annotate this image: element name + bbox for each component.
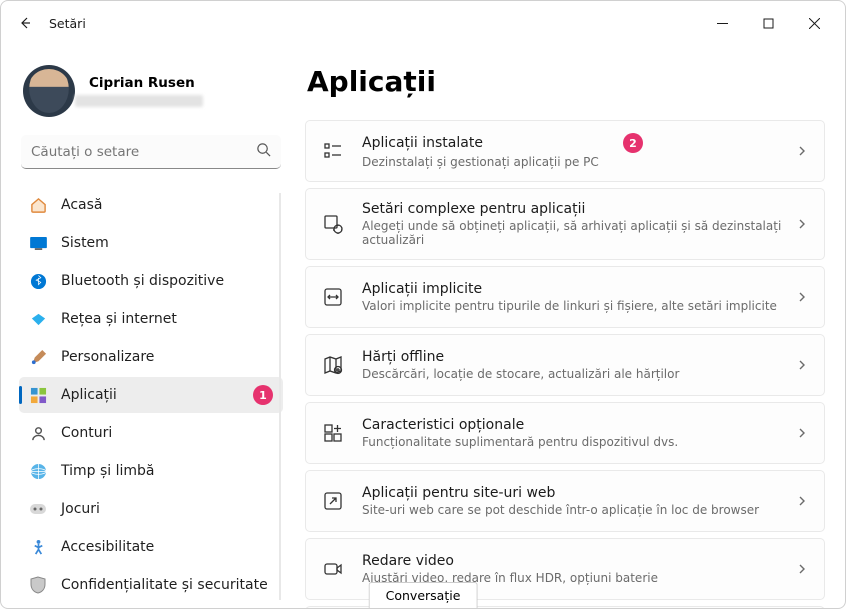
titlebar: Setări: [1, 1, 845, 45]
card-list: Aplicații instalate 2 Dezinstalați și ge…: [305, 120, 825, 608]
arrow-swap-icon: [322, 286, 344, 308]
profile[interactable]: Ciprian Rusen: [23, 65, 283, 117]
open-external-icon: [322, 490, 344, 512]
sidebar-item-label: Conturi: [61, 425, 112, 441]
apps-icon: [29, 386, 47, 404]
app-gear-icon: [322, 213, 344, 235]
card-advanced-app-settings[interactable]: Setări complexe pentru aplicații Alegeți…: [305, 188, 825, 260]
page-title: Aplicații: [307, 65, 825, 98]
home-icon: [29, 196, 47, 214]
card-apps-for-websites[interactable]: Aplicații pentru site-uri web Site-uri w…: [305, 470, 825, 532]
profile-email: [75, 95, 203, 107]
sidebar-item-bluetooth[interactable]: Bluetooth și dispozitive: [19, 263, 283, 299]
sidebar-item-home[interactable]: Acasă: [19, 187, 283, 223]
sidebar-item-label: Acasă: [61, 197, 102, 213]
sidebar-item-label: Jocuri: [61, 501, 100, 517]
main-content: Aplicații Aplicații instalate 2 Dezinsta…: [291, 45, 845, 608]
card-title: Aplicații pentru site-uri web: [362, 485, 555, 501]
person-icon: [29, 424, 47, 442]
sidebar-item-time-language[interactable]: Timp și limbă: [19, 453, 283, 489]
card-title: Aplicații implicite: [362, 281, 482, 297]
sidebar-item-label: Sistem: [61, 235, 109, 251]
close-icon: [809, 18, 820, 29]
sidebar-item-accessibility[interactable]: Accesibilitate: [19, 529, 283, 565]
card-installed-apps[interactable]: Aplicații instalate 2 Dezinstalați și ge…: [305, 120, 825, 182]
sidebar: Ciprian Rusen Acasă Sistem: [1, 45, 291, 608]
back-button[interactable]: [9, 7, 41, 39]
gamepad-icon: [29, 500, 47, 518]
nav-list: Acasă Sistem Bluetooth și dispozitive Re…: [19, 187, 283, 603]
chevron-right-icon: [796, 424, 808, 443]
sidebar-item-network[interactable]: Rețea și internet: [19, 301, 283, 337]
system-icon: [29, 234, 47, 252]
card-title: Caracteristici opționale: [362, 417, 524, 433]
sidebar-item-system[interactable]: Sistem: [19, 225, 283, 261]
search-icon: [256, 142, 271, 161]
card-title: Setări complexe pentru aplicații: [362, 201, 585, 217]
window-controls: [699, 7, 837, 39]
card-optional-features[interactable]: Caracteristici opționale Funcționalitate…: [305, 402, 825, 464]
profile-name: Ciprian Rusen: [89, 75, 203, 91]
globe-icon: [29, 462, 47, 480]
arrow-left-icon: [17, 15, 33, 31]
card-subtitle: Alegeți unde să obțineți aplicații, să a…: [362, 219, 796, 247]
card-title: Aplicații instalate: [362, 135, 483, 151]
sidebar-item-label: Aplicații: [61, 387, 117, 403]
accessibility-icon: [29, 538, 47, 556]
card-default-apps[interactable]: Aplicații implicite Valori implicite pen…: [305, 266, 825, 328]
card-subtitle: Descărcări, locație de stocare, actualiz…: [362, 367, 796, 381]
brush-icon: [29, 348, 47, 366]
step-badge: 1: [253, 385, 273, 405]
minimize-icon: [717, 18, 728, 29]
chevron-right-icon: [796, 142, 808, 161]
sidebar-item-personalization[interactable]: Personalizare: [19, 339, 283, 375]
sidebar-item-accounts[interactable]: Conturi: [19, 415, 283, 451]
map-icon: [322, 354, 344, 376]
sidebar-item-apps[interactable]: Aplicații 1: [19, 377, 283, 413]
maximize-button[interactable]: [745, 7, 791, 39]
list-icon: [322, 140, 344, 162]
sidebar-item-gaming[interactable]: Jocuri: [19, 491, 283, 527]
sidebar-item-label: Confidențialitate și securitate: [61, 577, 268, 593]
chevron-right-icon: [796, 356, 808, 375]
conversation-tab[interactable]: Conversație: [369, 582, 478, 608]
chevron-right-icon: [796, 215, 808, 234]
video-icon: [322, 558, 344, 580]
plus-grid-icon: [322, 422, 344, 444]
search-box[interactable]: [21, 135, 281, 169]
sidebar-scroll-indicator: [279, 193, 281, 600]
maximize-icon: [763, 18, 774, 29]
shield-icon: [29, 576, 47, 594]
chevron-right-icon: [796, 560, 808, 579]
card-subtitle: Valori implicite pentru tipurile de link…: [362, 299, 796, 313]
sidebar-item-label: Rețea și internet: [61, 311, 177, 327]
sidebar-item-label: Personalizare: [61, 349, 154, 365]
card-offline-maps[interactable]: Hărți offline Descărcări, locație de sto…: [305, 334, 825, 396]
card-subtitle: Site-uri web care se pot deschide într-o…: [362, 503, 796, 517]
sidebar-item-label: Accesibilitate: [61, 539, 154, 555]
sidebar-item-label: Bluetooth și dispozitive: [61, 273, 224, 289]
chevron-right-icon: [796, 492, 808, 511]
card-subtitle: Dezinstalați și gestionați aplicații pe …: [362, 155, 796, 169]
close-button[interactable]: [791, 7, 837, 39]
wifi-icon: [29, 310, 47, 328]
window-title: Setări: [49, 16, 86, 31]
minimize-button[interactable]: [699, 7, 745, 39]
step-badge: 2: [623, 133, 643, 153]
sidebar-item-privacy[interactable]: Confidențialitate și securitate: [19, 567, 283, 603]
search-input[interactable]: [31, 144, 256, 160]
chevron-right-icon: [796, 288, 808, 307]
card-title: Redare video: [362, 553, 454, 569]
avatar: [23, 65, 75, 117]
bluetooth-icon: [29, 272, 47, 290]
sidebar-item-label: Timp și limbă: [61, 463, 155, 479]
card-title: Hărți offline: [362, 349, 444, 365]
card-subtitle: Funcționalitate suplimentară pentru disp…: [362, 435, 796, 449]
